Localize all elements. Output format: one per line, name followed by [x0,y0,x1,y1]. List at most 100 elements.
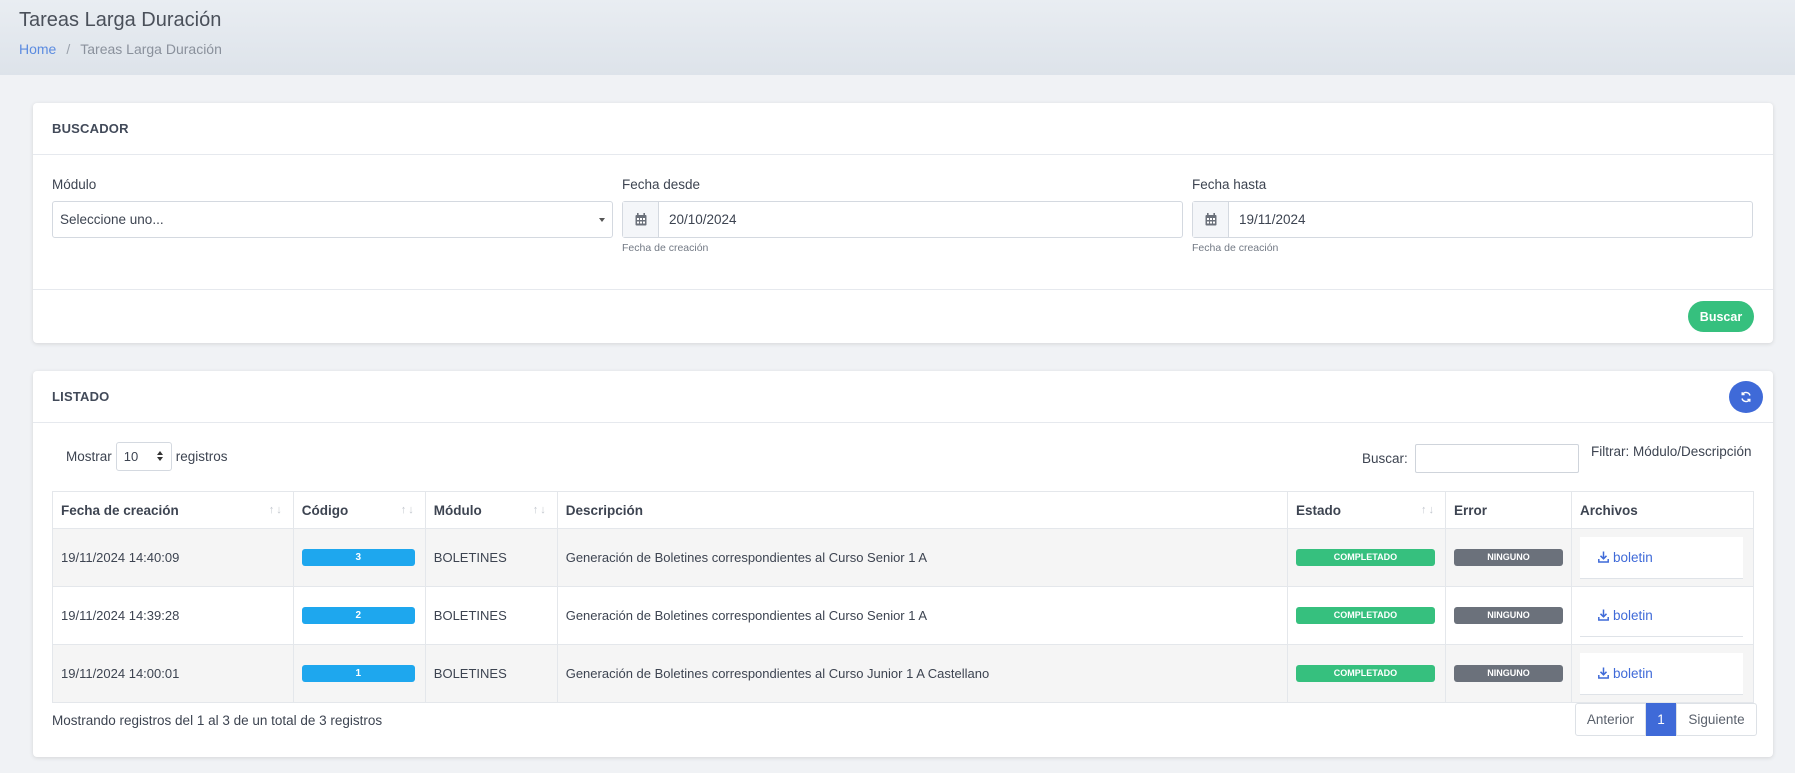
download-icon [1598,551,1609,563]
fecha-hasta-value: 19/11/2024 [1239,212,1306,227]
modulo-select-value: Seleccione uno... [60,212,164,227]
download-icon [1598,667,1609,679]
cell-archivos: boletin [1570,644,1755,703]
col-header-archivos: Archivos [1570,491,1755,529]
cell-descripcion: Generación de Boletines correspondientes… [556,644,1288,703]
cell-codigo: 1 [292,644,426,703]
sort-updown-icon [156,451,163,461]
codigo-badge: 2 [301,607,415,624]
cell-error: NINGUNO [1444,586,1572,645]
page-header: Tareas Larga Duración Home / Tareas Larg… [0,0,1795,75]
fecha-hasta-group: Fecha hasta 19/11/2024 Fecha de creación [1192,177,1753,254]
table-search-label: Buscar: [1362,451,1408,466]
page-title: Tareas Larga Duración [19,9,222,31]
buscador-title: BUSCADOR [33,103,1773,155]
table-info: Mostrando registros del 1 al 3 de un tot… [52,713,383,728]
cell-estado: COMPLETADO [1286,644,1446,703]
download-label: boletin [1612,665,1653,681]
fecha-desde-input[interactable]: 20/10/2024 [622,201,1183,238]
codigo-badge: 3 [301,549,415,566]
show-suffix: registros [175,449,228,464]
breadcrumb-separator: / [66,41,71,57]
download-label: boletin [1612,607,1653,623]
refresh-icon [1741,391,1751,403]
download-link[interactable]: boletin [1579,652,1743,695]
cell-archivos: boletin [1570,586,1755,645]
pagination-page-1[interactable]: 1 [1646,703,1676,736]
cell-fecha: 19/11/2024 14:40:09 [52,528,294,587]
modulo-group: Módulo Seleccione uno... [52,177,613,238]
sort-icon: ↑↓ [532,504,548,516]
download-label: boletin [1612,549,1653,565]
filter-note: Filtrar: Módulo/Descripción [1591,444,1752,459]
cell-modulo: BOLETINES [424,586,558,645]
buscador-footer: Buscar [33,290,1773,342]
table-header-row: Fecha de creación ↑↓ Código ↑↓ Módulo ↑↓ De… [52,491,1755,529]
download-link[interactable]: boletin [1579,594,1743,637]
pagination-prev-button[interactable]: Anterior [1575,703,1646,736]
cell-estado: COMPLETADO [1286,586,1446,645]
cell-fecha: 19/11/2024 14:39:28 [52,586,294,645]
error-badge: NINGUNO [1453,607,1563,624]
cell-codigo: 2 [292,586,426,645]
listado-header: LISTADO [33,371,1773,423]
page-length-select[interactable]: 10 [115,442,172,471]
fecha-desde-label: Fecha desde [622,177,701,192]
refresh-button[interactable] [1729,381,1763,413]
modulo-label: Módulo [52,177,97,192]
error-badge: NINGUNO [1453,665,1563,682]
status-badge: COMPLETADO [1295,607,1435,624]
table-row: 19/11/2024 14:40:09 3 BOLETINES Generaci… [52,528,1755,587]
status-badge: COMPLETADO [1295,665,1435,682]
search-form: Módulo Seleccione uno... Fecha desde 20/… [33,155,1773,290]
listado-card: LISTADO Mostrar 10 registros Buscar: Fil… [33,371,1773,757]
sort-icon: ↑↓ [268,504,284,516]
download-icon [1598,609,1609,621]
cell-descripcion: Generación de Boletines correspondientes… [556,528,1288,587]
col-header-codigo[interactable]: Código ↑↓ [292,491,426,529]
listado-title: LISTADO [52,389,110,404]
fecha-desde-group: Fecha desde 20/10/2024 Fecha de creación [622,177,1183,254]
tasks-table: Fecha de creación ↑↓ Código ↑↓ Módulo ↑↓ De… [52,491,1755,703]
breadcrumb-current: Tareas Larga Duración [80,41,222,57]
breadcrumb: Home / Tareas Larga Duración [19,41,1776,57]
col-header-descripcion: Descripción [556,491,1288,529]
modulo-select[interactable]: Seleccione uno... [52,201,613,238]
col-header-modulo[interactable]: Módulo ↑↓ [424,491,558,529]
download-link[interactable]: boletin [1579,536,1743,579]
table-row: 19/11/2024 14:39:28 2 BOLETINES Generaci… [52,586,1755,645]
cell-modulo: BOLETINES [424,644,558,703]
caret-down-icon [599,218,605,222]
breadcrumb-home-link[interactable]: Home [19,41,56,57]
cell-estado: COMPLETADO [1286,528,1446,587]
list-controls: Mostrar 10 registros Buscar: Filtrar: Mó… [33,423,1773,491]
pagination-next-button[interactable]: Siguiente [1676,703,1757,736]
fecha-desde-value: 20/10/2024 [669,212,737,227]
cell-error: NINGUNO [1444,528,1572,587]
show-prefix: Mostrar [66,449,112,464]
table-row: 19/11/2024 14:00:01 1 BOLETINES Generaci… [52,644,1755,703]
cell-archivos: boletin [1570,528,1755,587]
page-length-control: Mostrar 10 registros [66,442,228,471]
calendar-icon[interactable] [1193,202,1229,237]
sort-icon: ↑↓ [400,504,416,516]
col-header-fecha[interactable]: Fecha de creación ↑↓ [52,491,294,529]
cell-codigo: 3 [292,528,426,587]
buscar-button[interactable]: Buscar [1688,301,1754,332]
calendar-icon[interactable] [623,202,659,237]
cell-modulo: BOLETINES [424,528,558,587]
cell-error: NINGUNO [1444,644,1572,703]
error-badge: NINGUNO [1453,549,1563,566]
sort-icon: ↑↓ [1420,504,1436,516]
table-search-input[interactable] [1414,444,1579,473]
fecha-hasta-label: Fecha hasta [1192,177,1267,192]
codigo-badge: 1 [301,665,415,682]
fecha-hasta-input[interactable]: 19/11/2024 [1192,201,1753,238]
pagination: Anterior 1 Siguiente [1575,703,1757,736]
fecha-desde-help: Fecha de creación [622,242,709,254]
cell-fecha: 19/11/2024 14:00:01 [52,644,294,703]
cell-descripcion: Generación de Boletines correspondientes… [556,586,1288,645]
col-header-estado[interactable]: Estado ↑↓ [1286,491,1446,529]
status-badge: COMPLETADO [1295,549,1435,566]
col-header-error: Error [1444,491,1572,529]
